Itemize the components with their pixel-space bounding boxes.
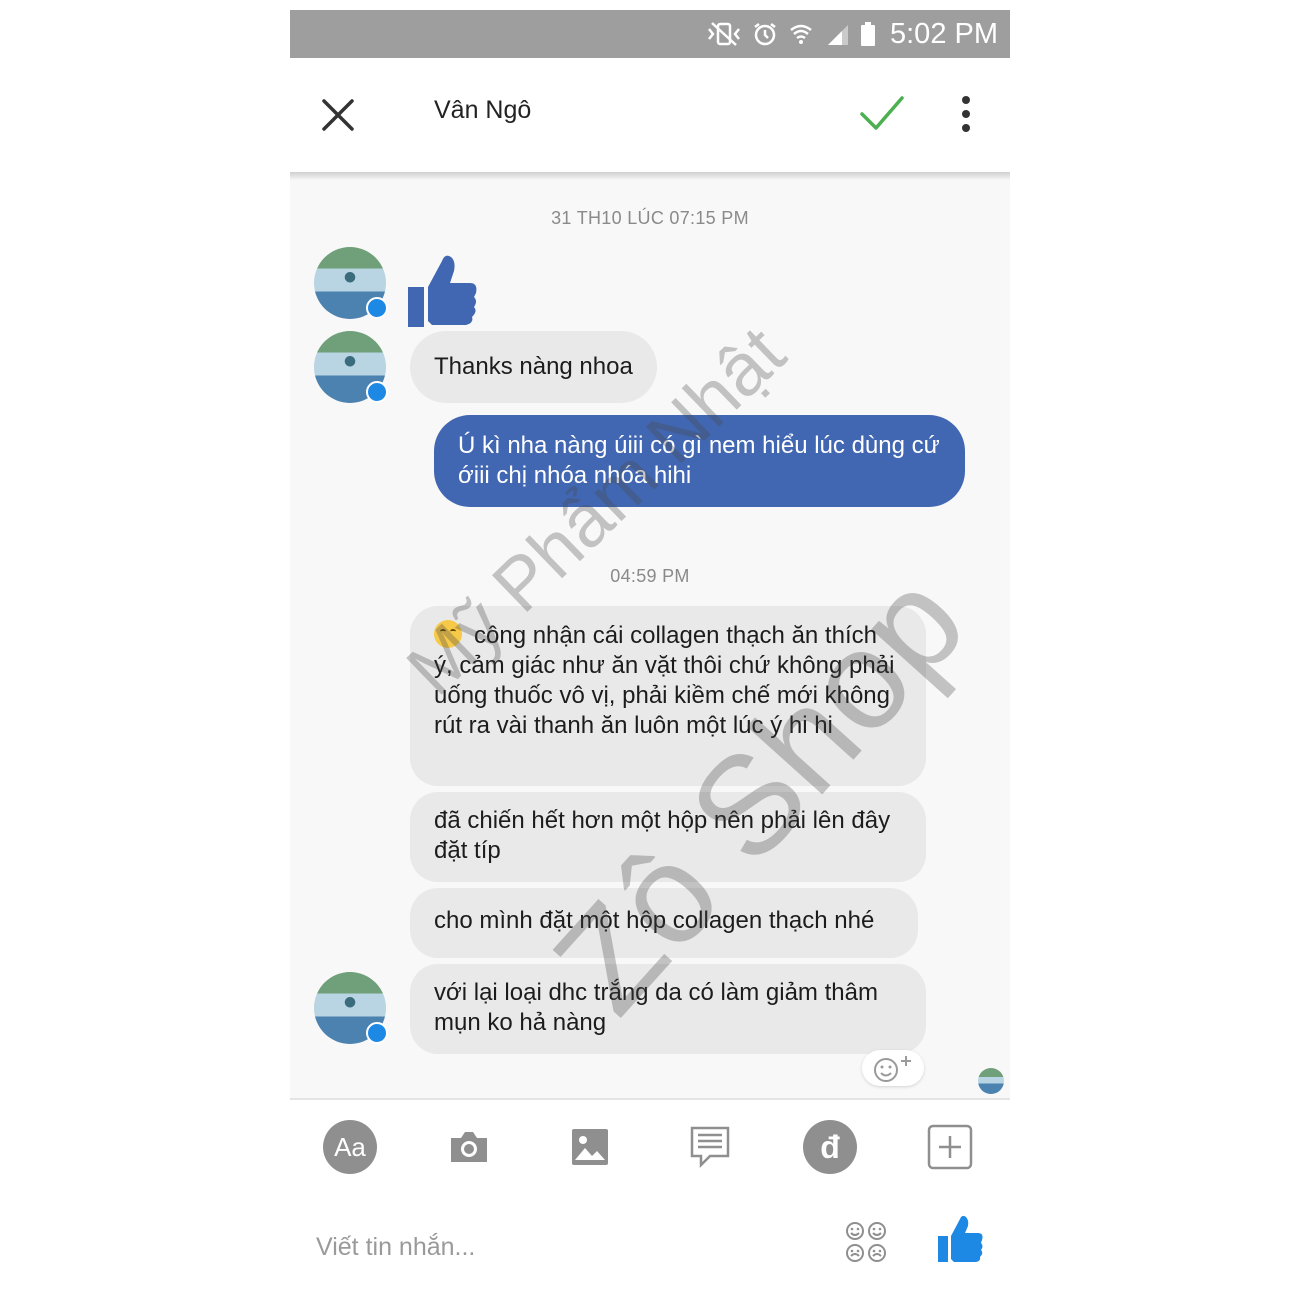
message-text: công nhận cái collagen thạch ăn thích ý,… (434, 622, 895, 739)
incoming-message[interactable]: với lại loại dhc trắng da có làm giảm th… (410, 964, 926, 1054)
close-button[interactable] (318, 95, 358, 135)
messenger-badge-icon (366, 1022, 388, 1044)
messenger-badge-icon (366, 381, 388, 403)
contact-avatar[interactable] (314, 247, 388, 319)
smiling-face-icon (434, 620, 462, 648)
sticker-button[interactable] (844, 1220, 888, 1264)
like-icon (938, 1215, 983, 1262)
close-icon (322, 99, 354, 131)
more-options-button[interactable] (954, 94, 978, 136)
text-style-icon: Aa (334, 1131, 366, 1162)
more-plus-icon (927, 1124, 973, 1170)
contact-avatar[interactable] (314, 972, 388, 1044)
incoming-message[interactable]: Thanks nàng nhoa (410, 331, 657, 403)
contact-name: Vân Ngô (434, 96, 532, 124)
more-plus-button[interactable] (923, 1120, 977, 1174)
timestamp: 31 TH10 LÚC 07:15 PM (551, 208, 749, 228)
compose-toolbar: Aa đ (290, 1100, 1010, 1196)
messenger-badge-icon (366, 297, 388, 319)
camera-button[interactable] (442, 1120, 496, 1174)
message-list[interactable]: 31 TH10 LÚC 07:15 PM Thanks nàng nhoa Ú … (290, 180, 1010, 1098)
quick-reply-button[interactable] (683, 1120, 737, 1174)
sticker-icon (846, 1222, 886, 1262)
camera-icon (451, 1132, 487, 1162)
message-input[interactable] (314, 1226, 818, 1268)
more-vertical-icon (962, 96, 970, 132)
seen-receipt-avatar (978, 1068, 1004, 1094)
incoming-message[interactable]: đã chiến hết hơn một hộp nên phải lên đâ… (410, 792, 926, 882)
outgoing-message[interactable]: Ú kì nha nàng úiii có gì nem hiểu lúc dù… (434, 415, 965, 507)
messenger-screen: 5:02 PM Vân Ngô 31 TH10 LÚC 07:15 PM Tha… (290, 10, 1010, 1300)
confirm-button[interactable] (858, 92, 906, 134)
signal-icon (824, 21, 850, 47)
vibrate-mute-icon (706, 21, 742, 47)
text-style-button[interactable]: Aa (323, 1120, 377, 1174)
add-reaction-icon (874, 1056, 911, 1082)
like-sticker-icon (408, 255, 477, 327)
wifi-icon (788, 21, 814, 47)
alarm-icon (752, 21, 778, 47)
checkmark-icon (860, 96, 904, 130)
payment-button[interactable]: đ (803, 1120, 857, 1174)
payment-icon: đ (820, 1128, 840, 1165)
like-sticker-message[interactable] (408, 253, 480, 329)
gallery-button[interactable] (563, 1120, 617, 1174)
add-reaction-button[interactable] (862, 1050, 924, 1086)
timestamp: 04:59 PM (610, 566, 690, 586)
battery-icon (860, 21, 876, 47)
header-shadow (290, 172, 1010, 180)
incoming-message[interactable]: công nhận cái collagen thạch ăn thích ý,… (410, 606, 926, 786)
contact-avatar[interactable] (314, 331, 388, 403)
gallery-icon (572, 1129, 608, 1165)
send-like-button[interactable] (938, 1214, 984, 1264)
status-bar: 5:02 PM (290, 10, 1010, 58)
message-composer (290, 1196, 1010, 1300)
conversation-header: Vân Ngô (290, 58, 1010, 172)
clock: 5:02 PM (890, 17, 998, 50)
quick-reply-icon (690, 1126, 730, 1169)
incoming-message[interactable]: cho mình đặt một hộp collagen thạch nhé (410, 888, 918, 958)
